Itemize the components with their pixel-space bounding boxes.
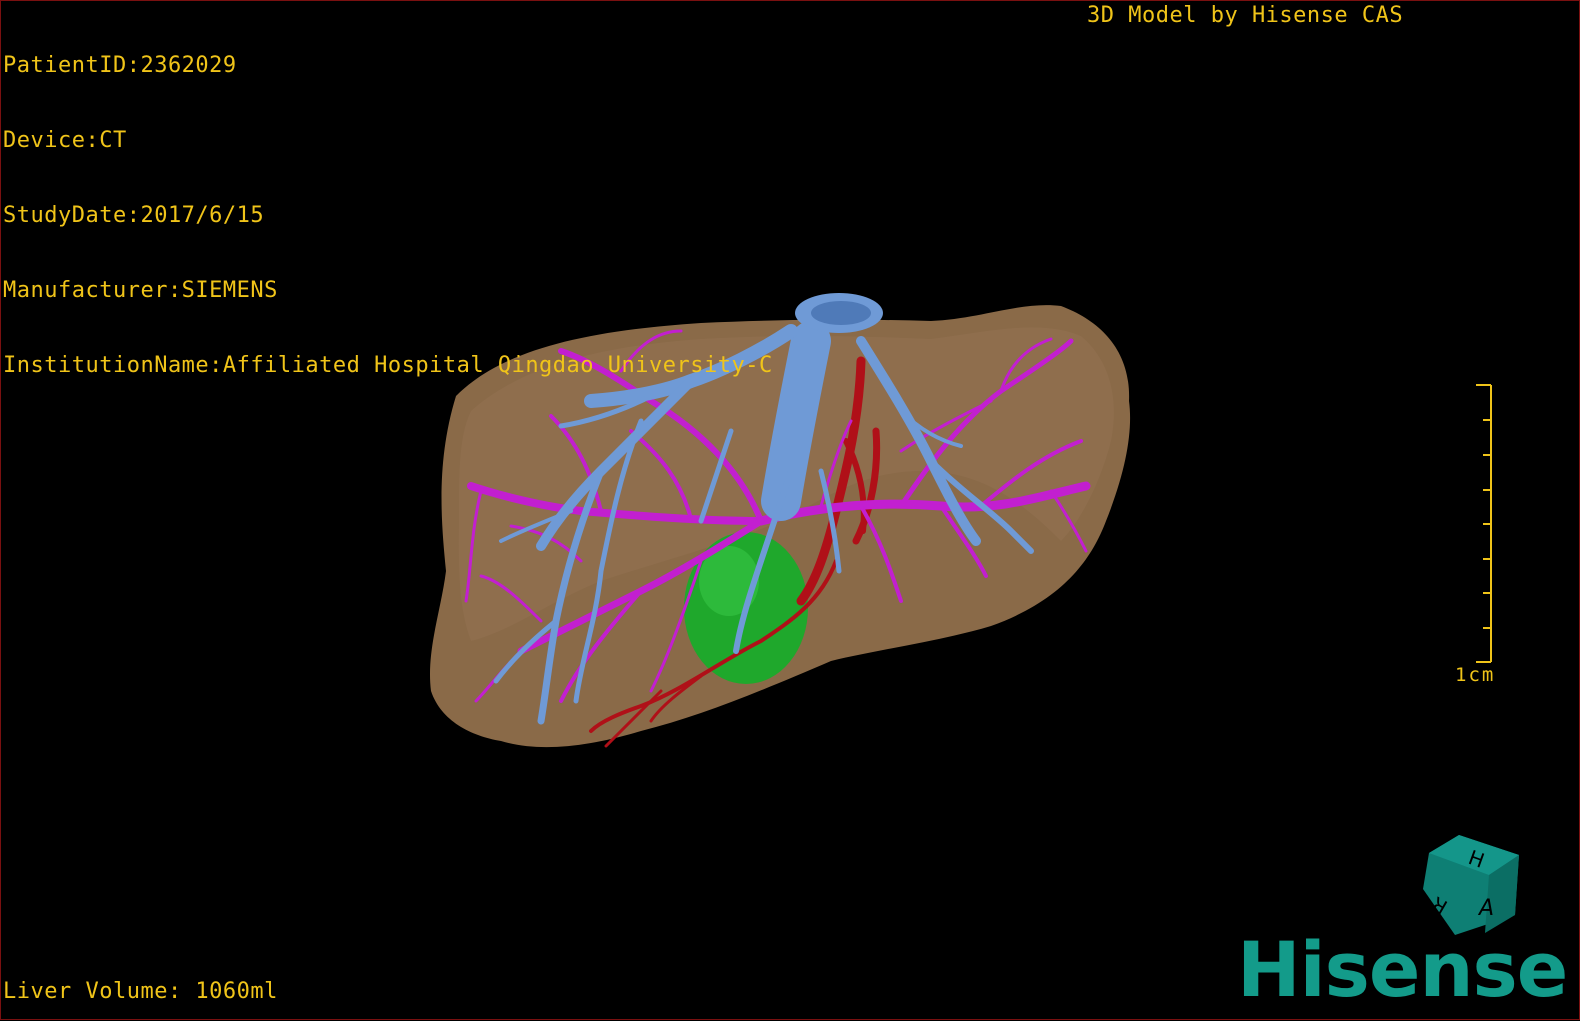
device: Device:CT	[3, 128, 127, 153]
cube-face-a: A	[1477, 896, 1494, 921]
manufacturer: Manufacturer:SIEMENS	[3, 278, 278, 303]
liver-volume: Liver Volume: 1060ml	[3, 979, 278, 1004]
scale-bar: 1cm	[1441, 384, 1511, 694]
scale-bar-label: 1cm	[1455, 664, 1496, 686]
app-title: 3D Model by Hisense CAS	[1087, 3, 1404, 28]
scale-bar-ruler	[1476, 384, 1492, 663]
study-info: PatientID:2362029 Device:CT StudyDate:20…	[3, 3, 773, 428]
study-date: StudyDate:2017/6/15	[3, 203, 265, 228]
3d-viewport[interactable]: PatientID:2362029 Device:CT StudyDate:20…	[0, 0, 1580, 1020]
hisense-logo: Hisense	[1237, 925, 1568, 1014]
patient-id: PatientID:2362029	[3, 53, 237, 78]
ivc-top-inner	[811, 301, 871, 325]
institution-name: InstitutionName:Affiliated Hospital Qing…	[3, 353, 773, 378]
